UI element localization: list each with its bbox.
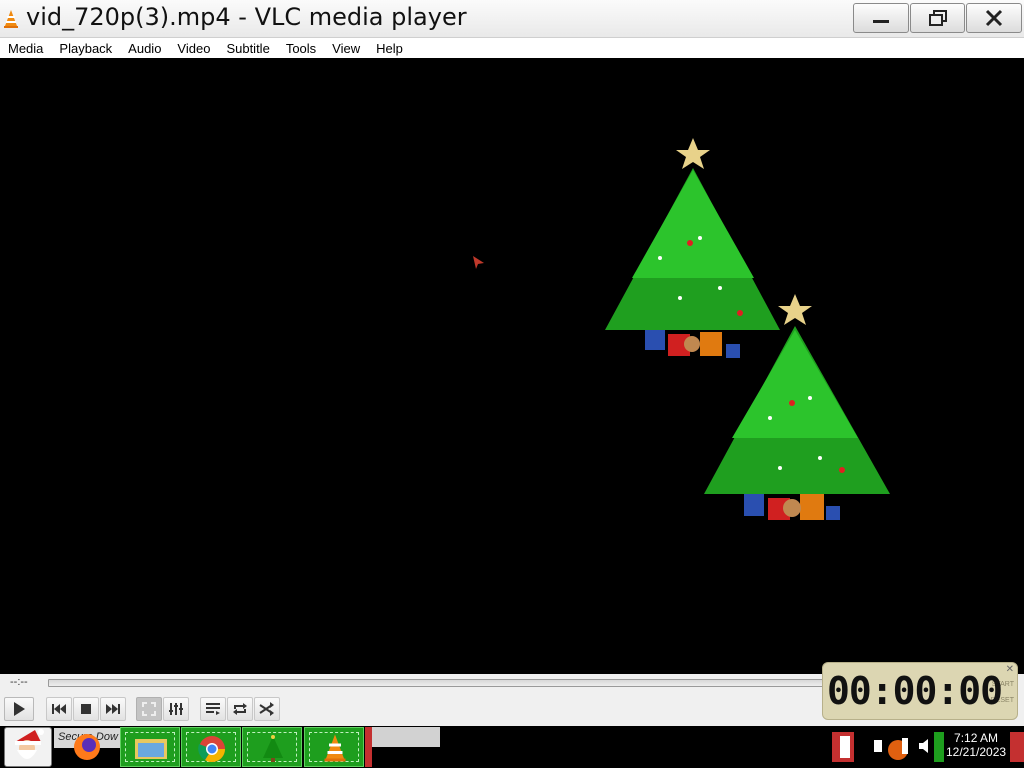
clock-time: 7:12 AM [954, 731, 999, 745]
play-icon [14, 702, 25, 716]
taskbar-empty-slot[interactable] [372, 727, 440, 747]
previous-button[interactable] [46, 697, 72, 721]
loop-button[interactable] [227, 697, 253, 721]
shuffle-icon [259, 702, 274, 716]
fullscreen-button[interactable] [136, 697, 162, 721]
video-frame [473, 138, 890, 520]
close-icon[interactable]: ✕ [1006, 664, 1014, 675]
taskbar-explorer[interactable] [120, 727, 180, 767]
menu-video[interactable]: Video [177, 41, 210, 56]
taskbar-vlc[interactable] [304, 727, 364, 767]
menu-subtitle[interactable]: Subtitle [226, 41, 269, 56]
extended-settings-icon [169, 703, 183, 715]
title-bar[interactable]: vid_720p(3).mp4 - VLC media player [0, 0, 1024, 38]
stopwatch-widget[interactable]: ✕ START RESET 00:00:00 [822, 662, 1018, 720]
next-button[interactable] [100, 697, 126, 721]
close-icon [985, 9, 1003, 27]
playlist-icon [206, 703, 220, 715]
menu-view[interactable]: View [332, 41, 360, 56]
menu-audio[interactable]: Audio [128, 41, 161, 56]
tray-app-icon[interactable] [832, 732, 854, 762]
shuffle-button[interactable] [254, 697, 280, 721]
fullscreen-icon [142, 702, 156, 716]
christmas-tree-icon [263, 735, 283, 762]
chrome-icon [198, 736, 226, 763]
taskbar-divider [365, 727, 372, 767]
previous-icon [52, 704, 66, 714]
mouse-cursor-icon [473, 256, 484, 269]
santa-start-icon [15, 729, 44, 759]
minimize-button[interactable] [853, 3, 909, 33]
start-button[interactable] [4, 727, 52, 767]
volume-icon[interactable] [918, 738, 932, 754]
vlc-cone-icon [4, 10, 18, 28]
restore-button[interactable] [910, 3, 965, 33]
stop-button[interactable] [73, 697, 99, 721]
tray-network-icon[interactable] [874, 736, 914, 762]
playlist-button[interactable] [200, 697, 226, 721]
menu-tools[interactable]: Tools [286, 41, 316, 56]
file-explorer-icon [135, 739, 167, 759]
menu-playback[interactable]: Playback [59, 41, 112, 56]
extended-settings-button[interactable] [163, 697, 189, 721]
menu-media[interactable]: Media [8, 41, 43, 56]
taskbar-chrome[interactable] [181, 727, 241, 767]
taskbar: Secure Dow 7:12 AM 12/21/2023 [0, 726, 1024, 768]
play-button[interactable] [4, 697, 34, 721]
vlc-cone-icon [324, 734, 346, 762]
clock-date: 12/21/2023 [946, 745, 1007, 759]
minimize-icon [873, 20, 889, 23]
loop-icon [233, 703, 247, 715]
stop-icon [81, 704, 91, 714]
menu-help[interactable]: Help [376, 41, 403, 56]
taskbar-christmas-tree[interactable] [242, 727, 302, 767]
system-clock[interactable]: 7:12 AM 12/21/2023 [946, 731, 1006, 759]
close-button[interactable] [966, 3, 1022, 33]
tray-indicator [934, 732, 944, 762]
firefox-icon[interactable] [72, 732, 102, 762]
window-title: vid_720p(3).mp4 - VLC media player [26, 3, 467, 31]
christmas-tree-image [605, 138, 780, 358]
next-icon [106, 704, 120, 714]
stopwatch-display: 00:00:00 [827, 669, 1003, 713]
restore-icon [928, 10, 947, 26]
menu-bar: Media Playback Audio Video Subtitle Tool… [0, 38, 1024, 58]
show-desktop-button[interactable] [1010, 732, 1024, 762]
seek-bar[interactable] [48, 679, 828, 687]
elapsed-time: --:-- [10, 676, 28, 688]
video-display[interactable] [0, 58, 1024, 674]
